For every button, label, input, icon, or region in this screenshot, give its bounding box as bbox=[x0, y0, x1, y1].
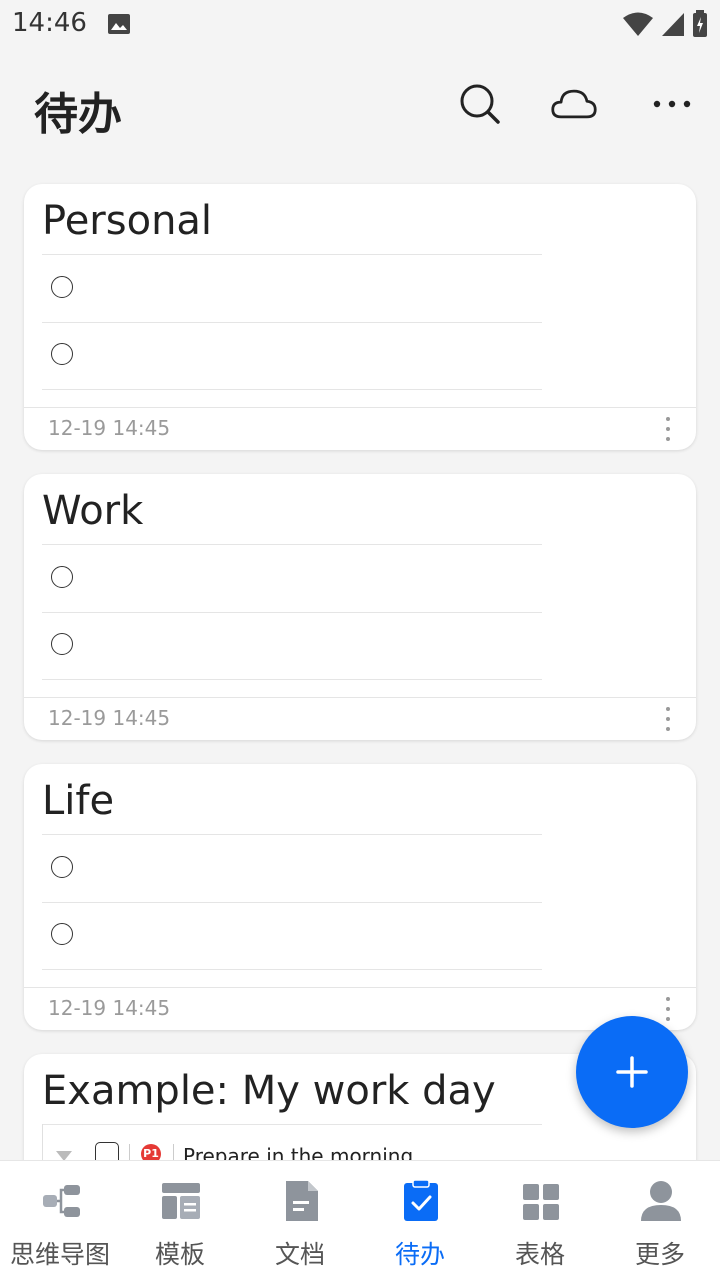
signal-icon bbox=[662, 13, 684, 36]
nav-item-mindmap[interactable]: 思维导图 bbox=[0, 1161, 120, 1281]
card-more-icon[interactable] bbox=[662, 707, 674, 731]
nav-item-tables[interactable]: 表格 bbox=[480, 1161, 600, 1281]
nav-item-docs[interactable]: 文档 bbox=[240, 1161, 360, 1281]
list-title: Work bbox=[42, 488, 144, 534]
nav-label: 文档 bbox=[274, 1240, 325, 1269]
todo-list-card[interactable]: Work 12-19 14:45 bbox=[24, 474, 696, 740]
checkbox-circle-icon[interactable] bbox=[51, 923, 73, 945]
list-title: Example: My work day bbox=[42, 1068, 496, 1114]
nav-item-todo[interactable]: 待办 bbox=[360, 1161, 480, 1281]
plus-icon bbox=[616, 1056, 648, 1088]
todo-item[interactable] bbox=[42, 322, 542, 390]
todo-item[interactable] bbox=[42, 835, 542, 903]
cloud-sync-button[interactable] bbox=[550, 80, 598, 128]
nav-item-more[interactable]: 更多 bbox=[600, 1161, 720, 1281]
todo-item[interactable] bbox=[42, 612, 542, 680]
image-notification-icon bbox=[108, 14, 130, 34]
todo-item[interactable] bbox=[42, 545, 542, 613]
checkbox-circle-icon[interactable] bbox=[51, 343, 73, 365]
mindmap-icon bbox=[43, 1185, 80, 1217]
checkbox-circle-icon[interactable] bbox=[51, 633, 73, 655]
cloud-icon bbox=[551, 89, 597, 119]
card-more-icon[interactable] bbox=[662, 997, 674, 1021]
nav-label: 表格 bbox=[514, 1240, 565, 1269]
list-date: 12-19 14:45 bbox=[48, 706, 171, 730]
nav-label: 思维导图 bbox=[9, 1240, 110, 1269]
todo-list-card[interactable]: Personal 12-19 14:45 bbox=[24, 184, 696, 450]
card-footer: 12-19 14:45 bbox=[24, 407, 696, 450]
nav-item-templates[interactable]: 模板 bbox=[120, 1161, 240, 1281]
list-title: Life bbox=[42, 778, 115, 824]
todo-item[interactable] bbox=[42, 255, 542, 323]
status-bar: 14:46 bbox=[0, 0, 720, 50]
user-profile-icon bbox=[641, 1181, 681, 1221]
page-title: 待办 bbox=[34, 89, 122, 140]
checkbox-circle-icon[interactable] bbox=[51, 276, 73, 298]
nav-label: 更多 bbox=[634, 1240, 685, 1269]
card-more-icon[interactable] bbox=[662, 417, 674, 441]
document-icon bbox=[286, 1181, 318, 1221]
search-button[interactable] bbox=[456, 80, 504, 128]
todo-list-card[interactable]: Life 12-19 14:45 bbox=[24, 764, 696, 1030]
search-icon bbox=[460, 84, 500, 124]
todo-clipboard-icon bbox=[404, 1179, 438, 1221]
list-date: 12-19 14:45 bbox=[48, 416, 171, 440]
battery-icon bbox=[693, 10, 707, 37]
todo-item[interactable]: P1 Prepare in the morning bbox=[42, 1124, 543, 1168]
todo-item[interactable] bbox=[42, 902, 542, 970]
template-icon bbox=[162, 1183, 200, 1219]
table-grid-icon bbox=[523, 1184, 559, 1220]
bottom-nav: 思维导图 模板 文档 待办 表格 更多 bbox=[0, 1160, 720, 1281]
checkbox-circle-icon[interactable] bbox=[51, 566, 73, 588]
list-date: 12-19 14:45 bbox=[48, 996, 171, 1020]
nav-label: 模板 bbox=[154, 1240, 205, 1269]
card-footer: 12-19 14:45 bbox=[24, 987, 696, 1030]
status-time: 14:46 bbox=[12, 8, 87, 38]
card-footer: 12-19 14:45 bbox=[24, 697, 696, 740]
checkbox-circle-icon[interactable] bbox=[51, 856, 73, 878]
more-options-button[interactable] bbox=[648, 80, 696, 128]
add-list-button[interactable] bbox=[576, 1016, 688, 1128]
more-horizontal-icon bbox=[653, 100, 691, 108]
list-title: Personal bbox=[42, 198, 213, 244]
wifi-icon bbox=[623, 12, 653, 36]
nav-label: 待办 bbox=[394, 1240, 445, 1269]
